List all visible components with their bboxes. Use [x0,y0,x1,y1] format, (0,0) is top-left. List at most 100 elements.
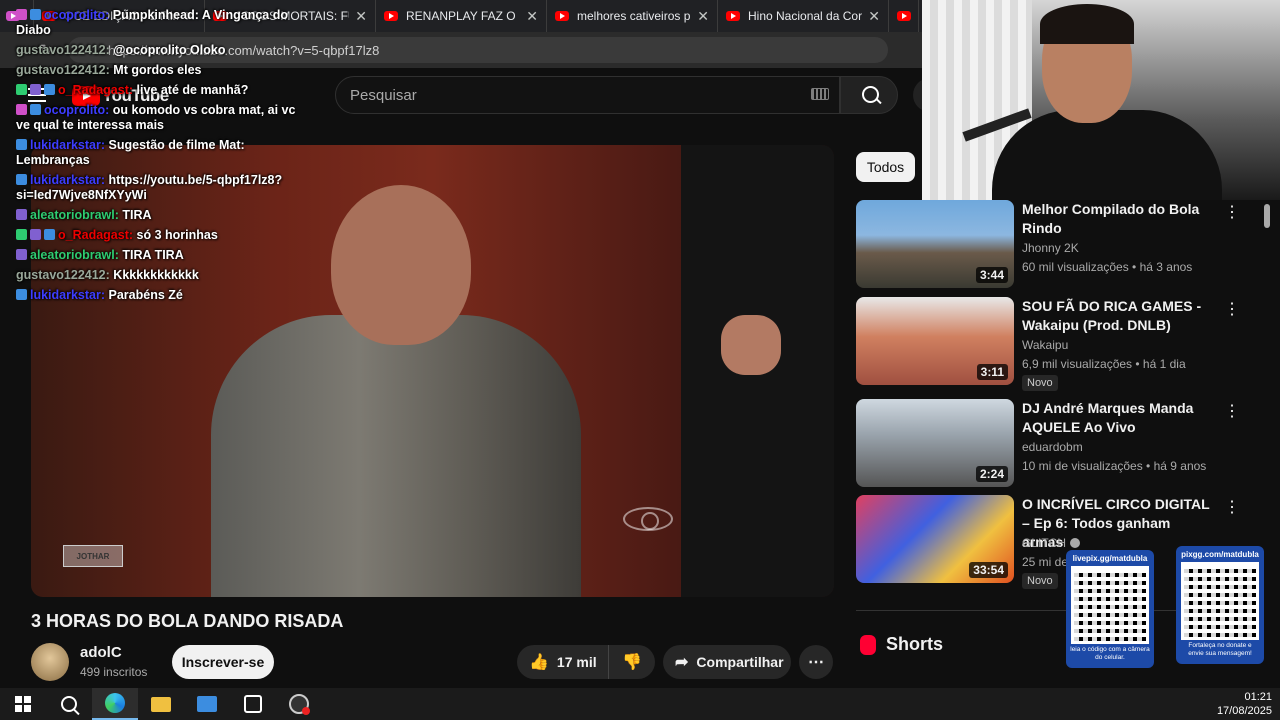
recommendation-channel[interactable]: Jhonny 2K [1022,241,1079,255]
sidebar-scrollbar[interactable] [1262,200,1272,670]
tab-close-icon[interactable]: ✕ [355,8,367,25]
shorts-section-header[interactable]: Shorts [860,634,943,655]
search-button[interactable] [840,76,898,114]
kebab-menu-icon[interactable]: ⋮ [1224,299,1240,319]
youtube-favicon-icon [726,11,740,21]
tab-close-icon[interactable]: ✕ [868,8,880,25]
video-duration: 3:44 [975,267,1008,283]
capcut-icon [244,695,262,713]
chat-message: gustavo122412: Mt gordos eles [16,63,306,78]
chat-username: lukidarkstar: [30,138,106,152]
share-label: Compartilhar [696,654,784,670]
chat-message: gustavo122412: @ocoprolito Oloko [16,43,306,58]
recommendation-meta: 60 mil visualizações • há 3 anos [1022,260,1193,274]
chat-badge-icon [16,104,27,115]
share-button[interactable]: ➦ Compartilhar [663,645,791,679]
recommendation-title[interactable]: Melhor Compilado do Bola Rindo [1022,200,1214,238]
clock-time: 01:21 [1244,691,1272,703]
chat-text: TIRA [122,208,152,222]
chat-badge-icon [16,209,27,220]
recommendation-meta: 25 mi de [1022,555,1069,569]
start-button[interactable] [0,688,46,720]
taskbar-edge[interactable] [92,688,138,720]
subscribe-button[interactable]: Inscrever-se [172,645,274,679]
tab-label: melhores cativeiros pra [577,9,692,23]
recommendation-item[interactable]: 3:44 Melhor Compilado do Bola Rindo Jhon… [856,200,1256,288]
stream-chat-overlay: ocoprolito: Pumpkinhead: A Vingança do D… [16,8,306,308]
kebab-menu-icon[interactable]: ⋮ [1224,401,1240,421]
qr-code-image [1071,566,1149,644]
chat-username: o_Radagast: [58,228,134,242]
search-placeholder: Pesquisar [350,86,417,104]
taskbar-store[interactable] [184,688,230,720]
recommendation-meta: 6,9 mil visualizações • há 1 dia [1022,357,1186,371]
recommendation-channel[interactable]: Wakaipu [1022,338,1068,352]
video-frame-hand [721,315,781,375]
taskbar-obs[interactable] [276,688,322,720]
streamer-webcam [922,0,1280,200]
chat-message: ocoprolito: ou komodo vs cobra mat, ai v… [16,103,306,133]
taskbar-file-explorer[interactable] [138,688,184,720]
more-actions-button[interactable]: ⋯ [799,645,833,679]
windows-logo-icon [15,696,31,712]
recommendation-channel[interactable]: eduardobm [1022,440,1083,454]
recommendation-title[interactable]: SOU FÃ DO RICA GAMES - Wakaipu (Prod. DN… [1022,297,1214,335]
kebab-menu-icon[interactable]: ⋮ [1224,497,1240,517]
new-badge: Novo [1022,375,1058,391]
video-frame-person-head [331,185,471,345]
kebab-menu-icon[interactable]: ⋮ [1224,202,1240,222]
qr-code-image [1181,562,1259,640]
recommendation-meta: 10 mi de visualizações • há 9 anos [1022,459,1207,473]
chat-username: gustavo122412: [16,268,110,282]
tab-label: Hino Nacional da Coré [748,9,863,23]
recommendation-thumbnail[interactable]: 2:24 [856,399,1014,487]
chat-message: ocoprolito: Pumpkinhead: A Vingança do D… [16,8,306,38]
obs-recording-icon [289,694,310,715]
like-count: 17 mil [556,654,597,670]
chat-badge-icon [30,104,41,115]
recommendation-title[interactable]: DJ André Marques Manda AQUELE Ao Vivo [1022,399,1214,437]
chat-badge-icon [16,139,27,150]
shorts-icon [860,634,876,655]
channel-avatar[interactable] [31,643,69,681]
chat-badge-icon [44,84,55,95]
chat-badge-icon [30,9,41,20]
browser-tab[interactable]: melhores cativeiros pra ✕ [547,0,718,32]
clock-date: 17/08/2025 [1216,705,1272,717]
browser-tab[interactable]: RENANPLAY FAZ O IMP ✕ [376,0,547,32]
tab-close-icon[interactable]: ✕ [526,8,538,25]
chat-text: TIRA TIRA [122,248,184,262]
channel-name[interactable]: adolC [80,644,122,661]
system-clock[interactable]: 01:21 17/08/2025 [1217,690,1272,718]
chat-username: aleatoriobrawl: [30,248,119,262]
recommendation-thumbnail[interactable]: 3:11 [856,297,1014,385]
chat-username: gustavo122412: [16,43,110,57]
youtube-favicon-icon [384,11,398,21]
video-frame-person-body [211,315,581,597]
search-input[interactable]: Pesquisar [335,76,840,114]
like-button[interactable]: 👍 17 mil [517,645,609,679]
recommendation-item[interactable]: 2:24 DJ André Marques Manda AQUELE Ao Vi… [856,399,1256,487]
tab-close-icon[interactable]: ✕ [697,8,709,25]
recommendation-item[interactable]: 3:11 SOU FÃ DO RICA GAMES - Wakaipu (Pro… [856,297,1256,391]
filter-chip-all[interactable]: Todos [856,152,915,182]
chat-badge-icon [16,229,27,240]
chat-username: lukidarkstar: [30,173,106,187]
recommendation-channel[interactable]: GLITCH [1022,536,1081,550]
taskbar-search-button[interactable] [46,688,92,720]
dislike-button[interactable]: 👎 [609,652,655,672]
chat-badge-icon [16,174,27,185]
donation-qr-card-livepix: livepix.gg/matdubla leia o código com a … [1066,550,1154,668]
youtube-favicon-icon [897,11,911,21]
chat-text: Kkkkkkkkkkkk [113,268,199,282]
qr-url-label: livepix.gg/matdubla [1072,554,1148,563]
browser-tab-partial[interactable] [889,0,919,32]
recommendation-thumbnail[interactable]: 33:54 [856,495,1014,583]
browser-tab[interactable]: Hino Nacional da Coré ✕ [718,0,889,32]
chat-username: o_Radagast: [58,83,134,97]
recommendation-thumbnail[interactable]: 3:44 [856,200,1014,288]
keyboard-icon[interactable] [811,88,829,100]
chat-badge-icon [30,229,41,240]
scrollbar-thumb[interactable] [1264,204,1270,228]
taskbar-capcut[interactable] [230,688,276,720]
